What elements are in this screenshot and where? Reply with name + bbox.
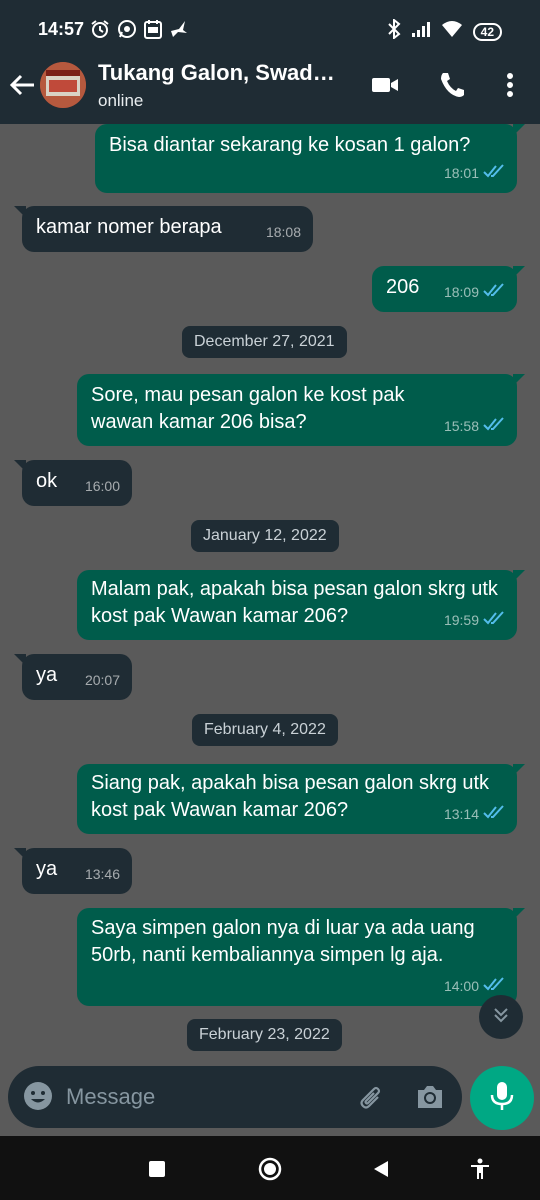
message-meta: 13:46 bbox=[85, 861, 120, 888]
accessibility-icon[interactable] bbox=[465, 1154, 495, 1184]
bird-icon bbox=[169, 19, 189, 44]
message-time: 15:58 bbox=[443, 418, 479, 434]
message-incoming[interactable]: ok 16:00 bbox=[14, 460, 132, 506]
read-receipt-icon bbox=[483, 279, 505, 306]
signal-icon bbox=[411, 20, 431, 43]
message-text: 206 bbox=[386, 276, 420, 298]
message-time: 18:08 bbox=[265, 224, 301, 240]
message-list[interactable]: Bisa diantar sekarang ke kosan 1 galon? … bbox=[0, 124, 540, 1060]
status-notification-icons bbox=[90, 19, 189, 44]
alarm-icon bbox=[90, 19, 110, 44]
read-receipt-icon bbox=[483, 607, 505, 634]
message-meta: 19:59 bbox=[444, 607, 505, 634]
message-text: ya bbox=[36, 858, 58, 880]
date-separator: February 4, 2022 bbox=[192, 714, 338, 746]
double-chevron-down-icon bbox=[491, 1005, 511, 1030]
scroll-to-bottom-button[interactable] bbox=[479, 995, 523, 1039]
message-meta: 13:14 bbox=[444, 801, 505, 828]
message-input[interactable] bbox=[66, 1080, 336, 1114]
message-outgoing[interactable]: Saya simpen galon nya di luar ya ada uan… bbox=[77, 908, 525, 1006]
bluetooth-icon bbox=[387, 17, 401, 44]
battery-icon: 42 bbox=[472, 22, 502, 41]
read-receipt-icon bbox=[483, 801, 505, 828]
date-separator: January 12, 2022 bbox=[191, 520, 339, 552]
message-time: 18:01 bbox=[443, 165, 479, 181]
whatsapp-icon bbox=[117, 19, 137, 44]
date-separator: February 23, 2022 bbox=[187, 1019, 342, 1051]
emoji-icon[interactable] bbox=[22, 1080, 54, 1112]
message-outgoing[interactable]: Siang pak, apakah bisa pesan galon skrg … bbox=[77, 764, 525, 834]
message-text: Bisa diantar sekarang ke kosan 1 galon? bbox=[109, 134, 471, 156]
message-meta: 16:00 bbox=[85, 473, 120, 500]
back-arrow-icon[interactable] bbox=[8, 70, 38, 100]
message-time: 20:07 bbox=[84, 672, 120, 688]
message-time: 16:00 bbox=[84, 478, 120, 494]
message-composer bbox=[8, 1066, 462, 1128]
message-text: kamar nomer berapa bbox=[36, 216, 222, 238]
status-bar: 14:57 42 bbox=[0, 0, 540, 60]
recents-icon[interactable] bbox=[142, 1154, 172, 1184]
message-text: Sore, mau pesan galon ke kost pak wawan … bbox=[91, 384, 405, 433]
message-incoming[interactable]: ya 20:07 bbox=[14, 654, 132, 700]
mic-button[interactable] bbox=[470, 1066, 534, 1130]
video-call-icon[interactable] bbox=[370, 70, 404, 100]
contact-status: online bbox=[98, 91, 144, 110]
message-outgoing[interactable]: Malam pak, apakah bisa pesan galon skrg … bbox=[77, 570, 525, 640]
message-outgoing[interactable]: 206 18:09 bbox=[372, 266, 525, 312]
mic-icon bbox=[488, 1080, 516, 1117]
message-meta: 20:07 bbox=[85, 667, 120, 694]
attach-icon[interactable] bbox=[354, 1081, 386, 1113]
calendar-icon bbox=[144, 19, 162, 44]
message-time: 18:09 bbox=[443, 284, 479, 300]
message-incoming[interactable]: ya 13:46 bbox=[14, 848, 132, 894]
back-icon[interactable] bbox=[366, 1154, 396, 1184]
contact-name[interactable]: Tukang Galon, Swad… bbox=[98, 60, 348, 86]
message-incoming[interactable]: kamar nomer berapa 18:08 bbox=[14, 206, 313, 252]
read-receipt-icon bbox=[483, 413, 505, 440]
phone-icon[interactable] bbox=[436, 70, 470, 100]
more-vert-icon[interactable] bbox=[500, 70, 534, 100]
message-text: ok bbox=[36, 470, 58, 492]
message-text: Saya simpen galon nya di luar ya ada uan… bbox=[91, 917, 475, 966]
message-text: ya bbox=[36, 664, 58, 686]
status-time: 14:57 bbox=[38, 19, 85, 39]
message-time: 14:00 bbox=[443, 978, 479, 994]
contact-avatar[interactable] bbox=[40, 62, 86, 108]
message-time: 19:59 bbox=[443, 612, 479, 628]
message-meta: 15:58 bbox=[444, 413, 505, 440]
chat-header: Tukang Galon, Swad… online bbox=[0, 60, 540, 124]
message-meta: 18:01 bbox=[444, 160, 505, 187]
read-receipt-icon bbox=[483, 160, 505, 187]
status-system-icons: 42 bbox=[387, 17, 502, 44]
date-separator: December 27, 2021 bbox=[182, 326, 347, 358]
message-meta: 18:08 bbox=[266, 219, 301, 246]
system-nav-bar bbox=[0, 1136, 540, 1200]
message-time: 13:46 bbox=[84, 866, 120, 882]
message-outgoing[interactable]: Sore, mau pesan galon ke kost pak wawan … bbox=[77, 374, 525, 446]
camera-icon[interactable] bbox=[414, 1081, 446, 1113]
home-icon[interactable] bbox=[255, 1154, 285, 1184]
message-meta: 18:09 bbox=[444, 279, 505, 306]
wifi-icon bbox=[441, 20, 463, 43]
message-time: 13:14 bbox=[443, 806, 479, 822]
message-outgoing[interactable]: Bisa diantar sekarang ke kosan 1 galon? … bbox=[95, 124, 525, 193]
